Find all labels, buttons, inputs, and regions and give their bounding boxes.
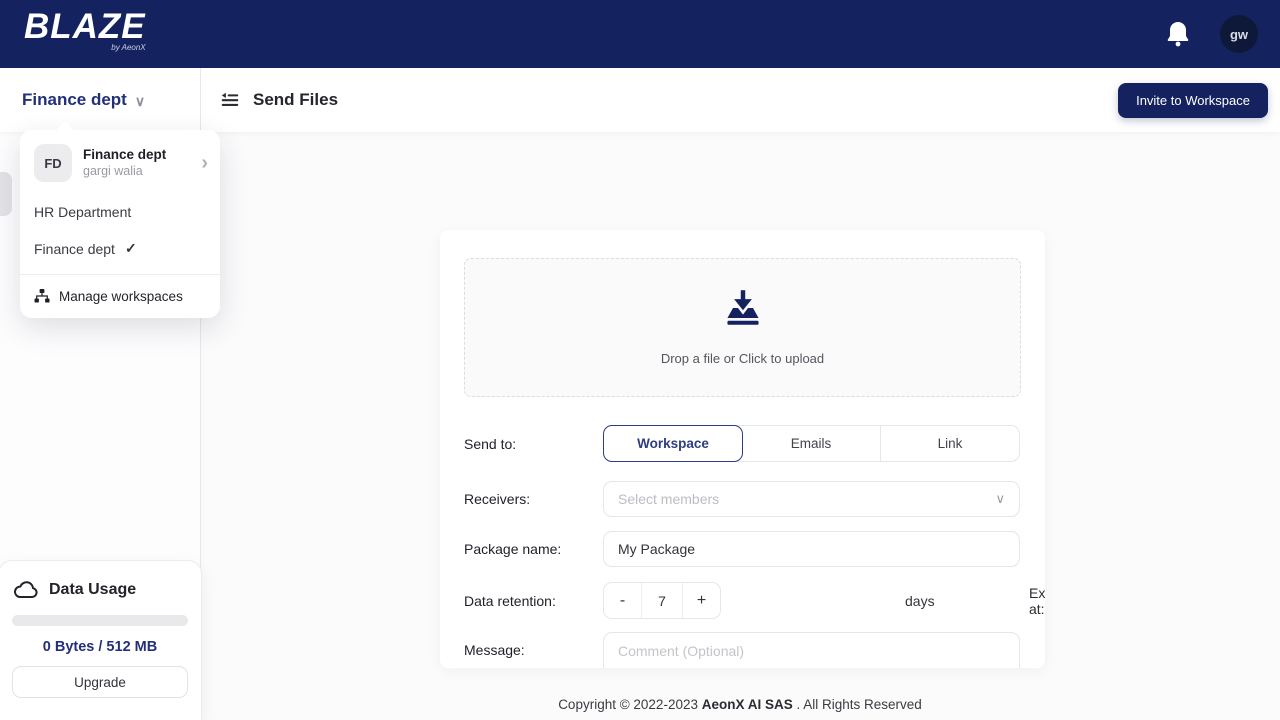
package-name-label: Package name: [464, 541, 562, 557]
receivers-label: Receivers: [464, 491, 531, 507]
expires-at-label: Expires at: [1029, 584, 1045, 617]
retention-decrement-button[interactable]: - [604, 583, 641, 618]
retention-unit-label: days [905, 592, 935, 609]
copyright-footer: Copyright © 2022-2023 AeonX AI SAS . All… [200, 697, 1280, 712]
package-name-input[interactable] [603, 531, 1020, 567]
send-to-segmented-control: Workspace Emails Link [603, 425, 1020, 462]
workspace-switcher-popup: FD Finance dept gargi walia › HR Departm… [20, 121, 220, 318]
popup-divider [20, 274, 220, 275]
data-retention-label: Data retention: [464, 592, 556, 609]
workspace-switcher-trigger[interactable]: Finance dept ∨ [22, 68, 145, 132]
chevron-down-icon: ∨ [134, 92, 146, 109]
active-workspace-user: gargi walia [83, 164, 143, 178]
send-to-option-link[interactable]: Link [881, 426, 1019, 461]
retention-value: 7 [641, 583, 683, 618]
invite-to-workspace-button[interactable]: Invite to Workspace [1118, 83, 1268, 118]
user-avatar[interactable]: gw [1220, 15, 1258, 53]
cloud-icon [14, 581, 38, 599]
data-usage-title: Data Usage [49, 581, 137, 598]
logo-text: BLAZE [24, 7, 146, 46]
receivers-select[interactable]: Select members ∨ [603, 481, 1020, 517]
footer-suffix: . All Rights Reserved [792, 697, 922, 712]
workspace-item-label: Finance dept [34, 240, 115, 257]
footer-brand: AeonX AI SAS [701, 697, 793, 712]
retention-stepper: - 7 + [603, 582, 721, 619]
send-to-option-workspace[interactable]: Workspace [603, 425, 743, 462]
active-workspace-row[interactable]: FD Finance dept gargi walia › [20, 130, 220, 194]
chevron-right-icon: › [201, 152, 208, 174]
workspace-avatar: FD [34, 144, 72, 182]
usage-amount-text: 0 Bytes / 512 MB [42, 639, 158, 655]
notification-bell-icon[interactable] [1166, 21, 1190, 47]
workspace-item-label: HR Department [34, 204, 132, 220]
chevron-down-icon: ∨ [995, 491, 1005, 506]
retention-increment-button[interactable]: + [683, 583, 720, 618]
file-dropzone[interactable]: Drop a file or Click to upload [464, 258, 1021, 397]
manage-workspaces-item[interactable]: Manage workspaces [20, 279, 220, 308]
top-header: BLAZE by AeonX gw [0, 0, 1280, 68]
send-files-card: Drop a file or Click to upload Send to: … [440, 230, 1045, 668]
send-to-option-emails[interactable]: Emails [742, 426, 881, 461]
data-usage-card: Data Usage 0 Bytes / 512 MB Upgrade [0, 560, 202, 720]
active-workspace-name: Finance dept [83, 147, 167, 162]
sitemap-icon [34, 289, 50, 303]
receivers-placeholder: Select members [618, 491, 720, 507]
page-toolbar: Finance dept ∨ Send Files Invite to Work… [0, 68, 1280, 132]
check-icon: ✓ [124, 240, 137, 256]
message-label: Message: [464, 642, 525, 658]
page-title: Send Files [253, 90, 339, 109]
manage-workspaces-label: Manage workspaces [59, 288, 183, 304]
send-to-label: Send to: [464, 435, 517, 452]
sidebar-collapsed-item [0, 172, 12, 216]
dropzone-text: Drop a file or Click to upload [660, 351, 825, 366]
footer-prefix: Copyright © 2022-2023 [558, 697, 702, 712]
usage-progress-bar [12, 615, 188, 626]
upload-download-icon [726, 290, 759, 325]
workspace-item-finance-dept[interactable]: Finance dept ✓ [20, 230, 220, 267]
menu-fold-icon[interactable] [219, 89, 241, 111]
message-textarea[interactable] [603, 632, 1020, 668]
workspace-switcher-label: Finance dept [22, 90, 127, 109]
blaze-logo: BLAZE by AeonX [24, 7, 146, 53]
upgrade-button[interactable]: Upgrade [12, 666, 188, 698]
workspace-item-hr-department[interactable]: HR Department [20, 194, 220, 230]
